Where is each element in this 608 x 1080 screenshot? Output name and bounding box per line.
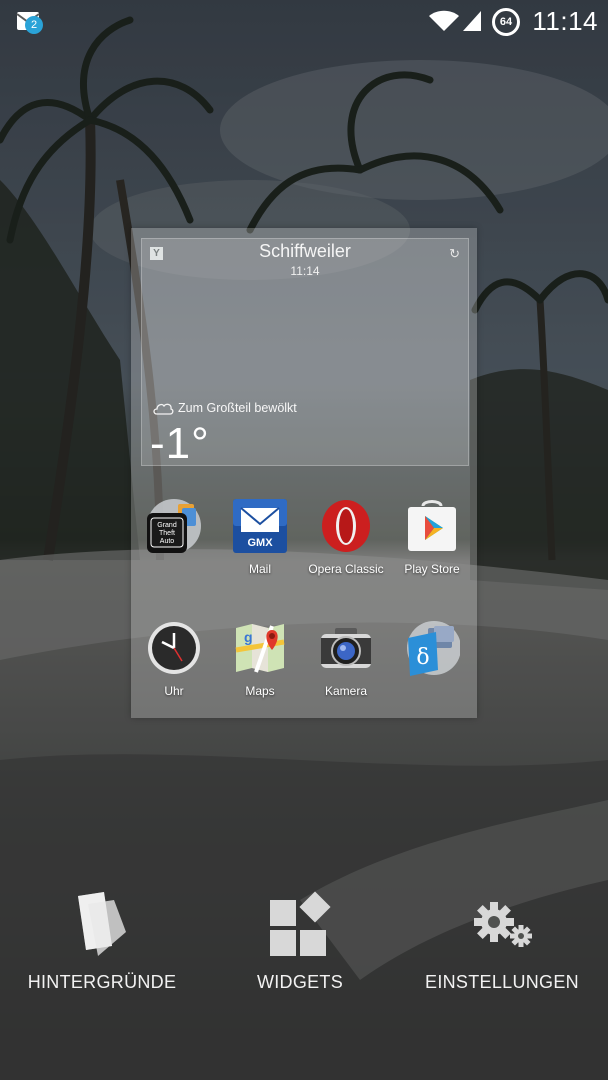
gmx-mail-icon: GMX	[233, 499, 287, 553]
status-bar: 2 64 11:14	[0, 0, 608, 44]
cloud-icon	[153, 403, 174, 415]
svg-text:Auto: Auto	[160, 538, 175, 545]
svg-text:g: g	[244, 629, 253, 645]
folder-icon: δ	[407, 621, 460, 676]
svg-text:Theft: Theft	[159, 530, 175, 537]
option-label: EINSTELLUNGEN	[425, 972, 579, 992]
app-kamera[interactable]: Kamera	[303, 620, 389, 720]
app-folder-1[interactable]: Grand Theft Auto	[131, 498, 217, 598]
wallpapers-icon	[78, 892, 126, 956]
weather-city: Schiffweiler	[259, 241, 351, 261]
opera-icon	[322, 500, 370, 552]
widgets-icon	[270, 891, 331, 956]
svg-text:δ: δ	[416, 645, 429, 670]
camera-icon	[321, 628, 371, 668]
notification-count-badge: 2	[25, 16, 43, 34]
folder-icon: Grand Theft Auto	[147, 499, 201, 553]
app-label: Kamera	[324, 684, 368, 698]
weather-condition: Zum Großteil bewölkt	[152, 401, 297, 415]
weather-widget[interactable]: Y ↻ Schiffweiler 11:14 Zum Großteil bewö…	[141, 238, 469, 468]
app-maps[interactable]: g Maps	[217, 620, 303, 720]
option-label: WIDGETS	[256, 972, 344, 992]
maps-icon: g	[235, 624, 285, 673]
svg-text:Grand: Grand	[157, 522, 177, 529]
app-label: Play Store	[404, 562, 460, 576]
svg-text:GMX: GMX	[247, 537, 273, 549]
battery-percent: 64	[499, 16, 513, 28]
settings-icon	[474, 902, 532, 947]
home-screen-preview[interactable]: Y ↻ Schiffweiler 11:14 Zum Großteil bewö…	[131, 228, 477, 718]
app-play-store[interactable]: Play Store	[389, 498, 475, 598]
weather-condition-text: Zum Großteil bewölkt	[178, 401, 297, 415]
option-label: HINTERGRÜNDE	[27, 972, 177, 992]
battery-icon: 64	[492, 8, 520, 36]
app-uhr[interactable]: Uhr	[131, 620, 217, 720]
app-opera-classic[interactable]: Opera Classic	[303, 498, 389, 598]
option-einstellungen[interactable]: EINSTELLUNGEN	[402, 890, 602, 1000]
app-folder-2[interactable]: δ	[389, 620, 475, 720]
app-mail[interactable]: GMX Mail	[217, 498, 303, 598]
weather-temperature: -1°	[150, 419, 210, 468]
option-hintergruende[interactable]: HINTERGRÜNDE	[2, 890, 202, 1000]
wifi-icon	[429, 10, 459, 31]
weather-time: 11:14	[290, 264, 320, 278]
cell-signal-icon	[463, 11, 481, 31]
status-clock: 11:14	[532, 6, 598, 36]
clock-icon	[148, 622, 200, 674]
option-widgets[interactable]: WIDGETS	[200, 890, 400, 1000]
play-store-icon	[408, 500, 456, 551]
